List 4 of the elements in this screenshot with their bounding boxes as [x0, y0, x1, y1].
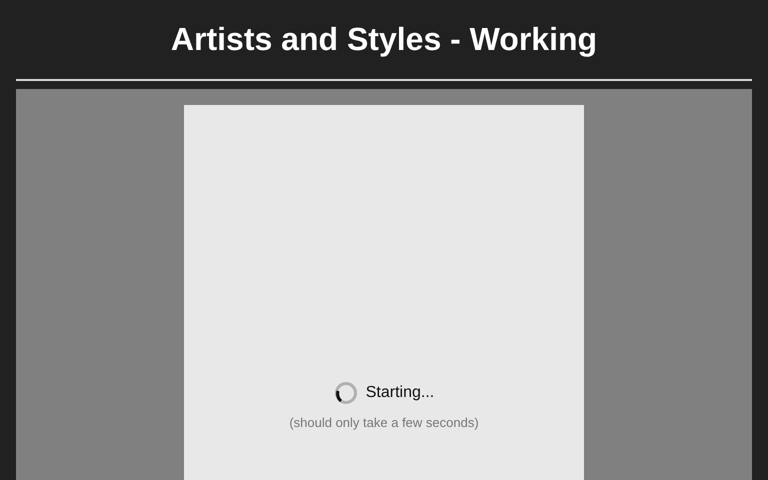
hint-text: (should only take a few seconds): [289, 414, 479, 432]
spinner-icon: [334, 381, 358, 405]
page-title: Artists and Styles - Working: [170, 20, 598, 58]
status-text: Starting...: [366, 383, 434, 403]
